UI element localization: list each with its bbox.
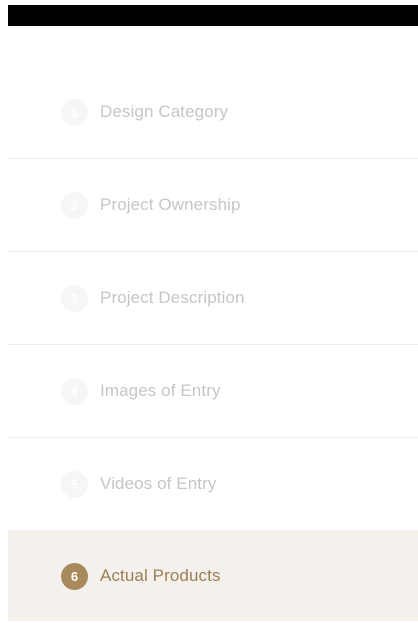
step-number-badge: 1 bbox=[61, 98, 88, 126]
step-number-badge: 3 bbox=[61, 284, 88, 312]
top-bar bbox=[8, 5, 418, 26]
step-item-design-category[interactable]: 1 Design Category bbox=[8, 66, 418, 159]
step-label: Actual Products bbox=[100, 566, 221, 585]
step-label: Images of Entry bbox=[100, 381, 221, 400]
step-list: 1 Design Category 2 Project Ownership 3 … bbox=[8, 66, 418, 621]
step-item-project-ownership[interactable]: 2 Project Ownership bbox=[8, 159, 418, 252]
step-number-badge: 2 bbox=[61, 191, 88, 219]
page: 1 Design Category 2 Project Ownership 3 … bbox=[0, 0, 418, 623]
step-number-badge: 5 bbox=[61, 470, 88, 498]
step-label: Project Ownership bbox=[100, 195, 241, 214]
step-label: Videos of Entry bbox=[100, 474, 217, 493]
step-item-images-of-entry[interactable]: 4 Images of Entry bbox=[8, 345, 418, 438]
step-label: Design Category bbox=[100, 102, 229, 121]
step-item-project-description[interactable]: 3 Project Description bbox=[8, 252, 418, 345]
step-item-videos-of-entry[interactable]: 5 Videos of Entry bbox=[8, 438, 418, 531]
step-label: Project Description bbox=[100, 288, 245, 307]
step-number-badge: 6 bbox=[61, 562, 88, 590]
step-item-actual-products[interactable]: 6 Actual Products bbox=[8, 531, 418, 621]
step-number-badge: 4 bbox=[61, 377, 88, 405]
